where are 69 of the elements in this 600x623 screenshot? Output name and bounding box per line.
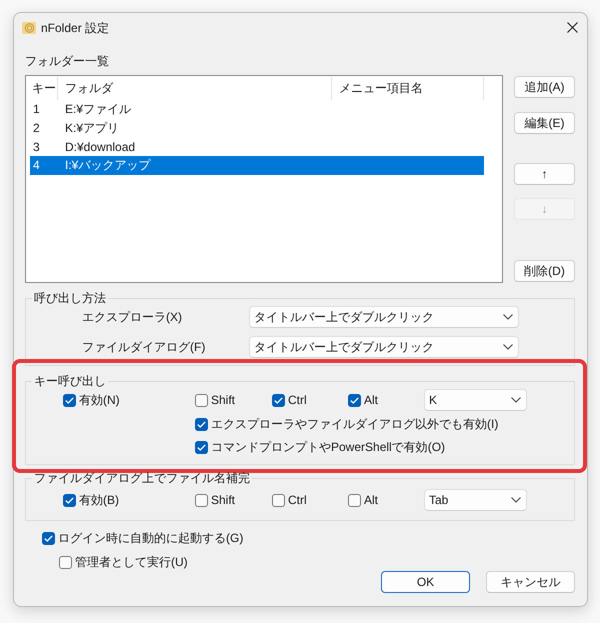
list-cell-text: D:¥download [64, 140, 136, 154]
group-label: キー呼び出し [33, 374, 107, 388]
list-cell-text: 2 [32, 121, 41, 136]
dropdown[interactable]: K [424, 389, 527, 411]
dropdown[interactable]: タイトルバー上でダブルクリック [249, 336, 519, 358]
checkbox[interactable] [63, 394, 76, 406]
checkbox[interactable] [42, 532, 55, 544]
column-header[interactable]: キー [30, 77, 58, 100]
chevron-down-icon [503, 344, 513, 350]
list-cell-text: K:¥アプリ [64, 121, 120, 136]
spiral-tile-icon [22, 20, 36, 34]
checkbox-label[interactable]: ログイン時に自動的に起動する(G) [58, 530, 244, 546]
column-header[interactable]: フォルダ [58, 77, 332, 100]
checkmark-icon [65, 396, 74, 404]
field-label: ファイルダイアログ(F) [82, 338, 206, 356]
checkbox[interactable] [195, 440, 208, 454]
checkbox[interactable] [63, 494, 76, 506]
list-cell-text: 4 [32, 158, 41, 172]
dropdown[interactable]: タイトルバー上でダブルクリック [249, 306, 519, 328]
checkbox-label[interactable]: Ctrl [288, 493, 307, 507]
close-icon [566, 22, 578, 33]
chevron-down-icon [511, 397, 521, 403]
list-row[interactable]: 2 K:¥アプリ [30, 118, 484, 138]
checkmark-icon [44, 534, 53, 542]
checkbox-label[interactable]: Alt [364, 493, 378, 507]
checkmark-icon [197, 444, 206, 450]
checkbox-label[interactable]: 有効(N) [79, 392, 120, 408]
list-cell-text: E:¥ファイル [64, 102, 132, 116]
list-button[interactable]: 削除(D) [514, 260, 575, 282]
field-label: エクスプローラ(X) [82, 308, 183, 326]
dialog-button[interactable]: OK [381, 571, 470, 593]
checkbox-label[interactable]: Alt [364, 393, 378, 407]
checkbox-label[interactable]: Shift [211, 493, 236, 507]
list-button[interactable]: ↑ [514, 163, 575, 185]
checkbox[interactable] [195, 394, 208, 406]
checkmark-icon [197, 420, 206, 428]
section-label: フォルダー一覧 [25, 54, 110, 68]
checkmark-icon [350, 396, 359, 404]
chevron-down-icon [511, 497, 521, 503]
dialog-button[interactable]: キャンセル [486, 571, 575, 593]
list-button[interactable]: 編集(E) [514, 112, 575, 134]
column-header[interactable]: メニュー項目名 [332, 77, 484, 100]
checkbox[interactable] [348, 394, 361, 406]
list-row[interactable]: 3 D:¥download [30, 137, 484, 156]
checkbox-label[interactable]: 管理者として実行(U) [75, 554, 188, 570]
checkbox-label[interactable]: コマンドプロンプトやPowerShellで有効(O) [211, 438, 446, 456]
list-button[interactable]: 追加(A) [514, 76, 575, 98]
checkbox-label[interactable]: Shift [211, 393, 236, 407]
group-label: ファイルダイアログ上でファイル名補完 [33, 471, 251, 485]
list-cell-text: 1 [32, 102, 41, 116]
checkbox-label[interactable]: エクスプローラやファイルダイアログ以外でも有効(I) [211, 416, 498, 432]
group-label: 呼び出し方法 [33, 291, 107, 305]
list-cell-text: I:¥バックアップ [64, 158, 152, 172]
checkbox[interactable] [195, 418, 208, 430]
checkmark-icon [65, 496, 74, 504]
list-row[interactable]: 1 E:¥ファイル [30, 100, 484, 119]
checkmark-icon [274, 396, 283, 404]
list-cell-text: 3 [32, 140, 41, 154]
dropdown[interactable]: Tab [424, 489, 527, 511]
checkbox[interactable] [195, 494, 208, 506]
checkbox[interactable] [348, 494, 361, 506]
list-row[interactable]: 4 I:¥バックアップ [30, 156, 484, 175]
checkbox-label[interactable]: 有効(B) [79, 492, 119, 508]
checkbox[interactable] [272, 394, 285, 406]
window-title: nFolder 設定 [41, 20, 110, 34]
checkbox[interactable] [59, 556, 72, 568]
checkbox[interactable] [272, 494, 285, 506]
chevron-down-icon [503, 314, 513, 320]
checkbox-label[interactable]: Ctrl [288, 393, 307, 407]
